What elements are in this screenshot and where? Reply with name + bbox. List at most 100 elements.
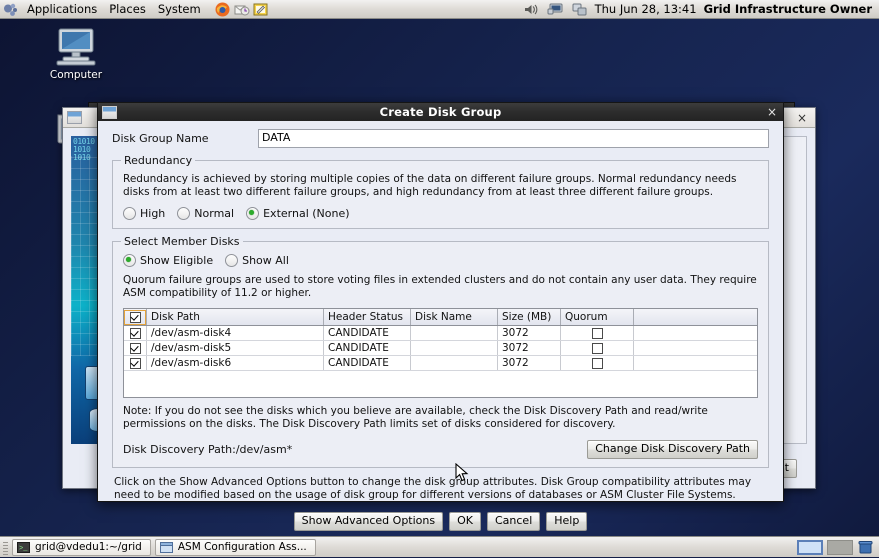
cell-quorum[interactable]	[560, 355, 634, 371]
select-all-checkbox[interactable]	[129, 312, 141, 323]
volume-icon[interactable]	[523, 2, 540, 17]
radio-indicator	[246, 207, 260, 220]
column-header-disk-path[interactable]: Disk Path	[146, 309, 324, 326]
row-checkbox-cell[interactable]	[124, 340, 147, 356]
taskbar-item-asmca[interactable]: ASM Configuration Ass...	[154, 538, 316, 556]
redundancy-radio-row: High Normal External (None)	[123, 207, 760, 220]
radio-show-all[interactable]: Show All	[225, 254, 289, 267]
taskbar-item-label: grid@vdedu1:~/grid	[35, 541, 142, 553]
user-name-label[interactable]: Grid Infrastructure Owner	[704, 2, 872, 16]
window-icon	[67, 111, 82, 124]
cell-size-mb: 3072	[497, 340, 561, 356]
cell-disk-path: /dev/asm-disk4	[146, 325, 324, 341]
cancel-button[interactable]: Cancel	[486, 512, 541, 531]
radio-external-none[interactable]: External (None)	[246, 207, 350, 220]
create-disk-group-dialog[interactable]: Create Disk Group × Disk Group Name DATA…	[97, 102, 784, 531]
row-checkbox-cell[interactable]	[124, 325, 147, 341]
quorum-checkbox[interactable]	[591, 342, 603, 354]
change-disk-discovery-path-button[interactable]: Change Disk Discovery Path	[587, 440, 758, 459]
cell-disk-path: /dev/asm-disk6	[146, 355, 324, 371]
quorum-note: Quorum failure groups are used to store …	[123, 274, 757, 299]
radio-indicator	[177, 207, 191, 220]
column-header-header-status[interactable]: Header Status	[323, 309, 411, 326]
taskbar-item-label: ASM Configuration Ass...	[177, 541, 307, 553]
column-header-filler	[633, 309, 757, 326]
member-disks-legend: Select Member Disks	[124, 235, 240, 248]
table-row[interactable]: /dev/asm-disk4 CANDIDATE 3072	[124, 325, 757, 341]
dialog-titlebar[interactable]: Create Disk Group ×	[98, 103, 783, 122]
cell-header-status: CANDIDATE	[323, 355, 411, 371]
gnome-bottom-panel[interactable]: >_ grid@vdedu1:~/grid ASM Configuration …	[0, 536, 879, 557]
column-header-size-mb[interactable]: Size (MB)	[497, 309, 561, 326]
quorum-checkbox[interactable]	[591, 327, 603, 339]
cell-header-status: CANDIDATE	[323, 340, 411, 356]
table-row[interactable]: /dev/asm-disk5 CANDIDATE 3072	[124, 340, 757, 356]
cell-size-mb: 3072	[497, 325, 561, 341]
cell-disk-name	[410, 355, 498, 371]
text-editor-icon[interactable]	[252, 1, 269, 18]
panel-bottom-right-area	[797, 539, 876, 555]
display-icon[interactable]	[547, 2, 564, 17]
cell-header-status: CANDIDATE	[323, 325, 411, 341]
cell-quorum[interactable]	[560, 340, 634, 356]
ok-button[interactable]: OK	[449, 512, 481, 531]
network-icon[interactable]	[571, 2, 588, 17]
row-checkbox[interactable]	[129, 327, 141, 339]
radio-normal[interactable]: Normal	[177, 207, 234, 220]
disk-discovery-note: Note: If you do not see the disks which …	[123, 405, 708, 430]
radio-indicator	[225, 254, 239, 267]
show-advanced-options-button[interactable]: Show Advanced Options	[293, 512, 444, 531]
terminal-icon: >_	[17, 541, 30, 553]
radio-indicator	[123, 254, 136, 267]
cell-size-mb: 3072	[497, 355, 561, 371]
redundancy-group: Redundancy Redundancy is achieved by sto…	[112, 154, 769, 229]
evolution-mail-icon[interactable]	[233, 1, 250, 18]
gnome-foot-icon	[3, 2, 18, 17]
help-button[interactable]: Help	[546, 512, 588, 531]
redundancy-legend: Redundancy	[124, 154, 193, 167]
radio-indicator	[123, 207, 136, 220]
redundancy-description: Redundancy is achieved by storing multip…	[123, 173, 737, 198]
trash-icon[interactable]	[857, 540, 874, 555]
row-checkbox-cell[interactable]	[124, 355, 147, 371]
cell-filler	[633, 340, 757, 356]
radio-high[interactable]: High	[123, 207, 165, 220]
firefox-icon[interactable]	[214, 1, 231, 18]
disk-group-name-input[interactable]: DATA	[258, 129, 769, 148]
select-member-disks-group: Select Member Disks Show Eligible Show A…	[112, 235, 769, 468]
svg-text:>_: >_	[19, 545, 28, 553]
close-icon[interactable]: ×	[793, 111, 811, 125]
workspace-switcher-1[interactable]	[797, 539, 823, 555]
column-header-quorum[interactable]: Quorum	[560, 309, 634, 326]
computer-icon	[38, 26, 114, 68]
desktop-icon-label: Computer	[49, 69, 103, 81]
cell-quorum[interactable]	[560, 325, 634, 341]
menu-system[interactable]: System	[152, 0, 207, 18]
quorum-checkbox[interactable]	[591, 357, 603, 369]
taskbar-item-terminal[interactable]: >_ grid@vdedu1:~/grid	[12, 538, 151, 556]
clock[interactable]: Thu Jun 28, 13:41	[595, 2, 697, 16]
panel-grip	[3, 539, 8, 555]
cell-disk-path: /dev/asm-disk5	[146, 340, 324, 356]
table-row[interactable]: /dev/asm-disk6 CANDIDATE 3072	[124, 355, 757, 371]
disk-discovery-path-label: Disk Discovery Path:/dev/asm*	[123, 443, 293, 456]
radio-label: Show All	[242, 254, 289, 267]
disk-filter-radio-row: Show Eligible Show All	[123, 254, 760, 267]
menu-applications[interactable]: Applications	[21, 0, 103, 18]
row-checkbox[interactable]	[129, 357, 141, 369]
disk-group-name-label: Disk Group Name	[112, 132, 209, 145]
radio-label: External (None)	[263, 207, 350, 220]
radio-show-eligible[interactable]: Show Eligible	[123, 254, 213, 267]
workspace-switcher-2[interactable]	[827, 539, 853, 555]
column-header-disk-name[interactable]: Disk Name	[410, 309, 498, 326]
close-icon[interactable]: ×	[767, 106, 777, 118]
member-disks-table[interactable]: Disk Path Header Status Disk Name Size (…	[123, 308, 758, 398]
dialog-title: Create Disk Group	[379, 105, 502, 119]
desktop-icon-computer[interactable]: Computer	[38, 26, 114, 81]
radio-label: High	[140, 207, 166, 220]
menu-places[interactable]: Places	[103, 0, 152, 18]
row-checkbox[interactable]	[129, 342, 141, 354]
select-all-checkbox-cell[interactable]	[124, 309, 147, 326]
disk-group-name-row: Disk Group Name DATA	[98, 121, 783, 154]
gnome-top-panel[interactable]: Applications Places System Thu Jun 28, 1…	[0, 0, 879, 19]
